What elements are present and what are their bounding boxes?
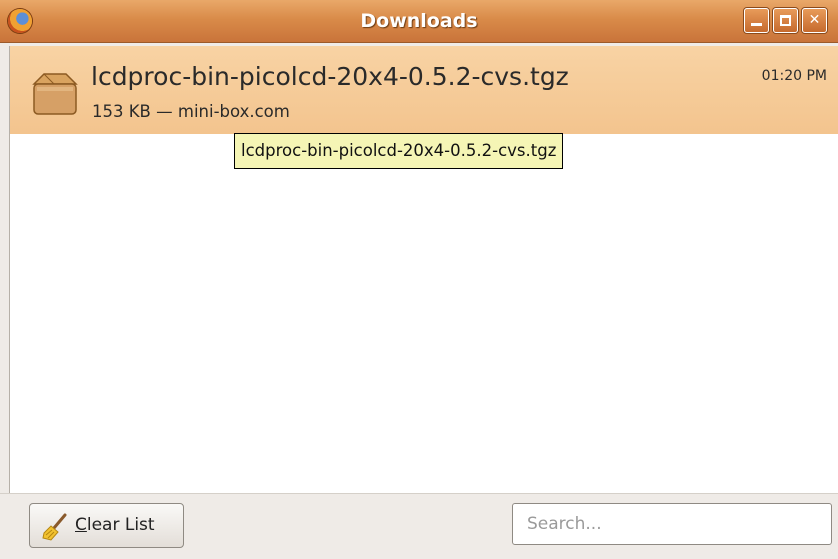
download-meta: 153 KB — mini-box.com xyxy=(92,102,290,121)
clear-list-button[interactable]: Clear List xyxy=(29,503,184,548)
bottom-toolbar: Clear List xyxy=(0,493,838,559)
clear-list-label: Clear List xyxy=(75,504,155,547)
clear-list-label-rest: lear List xyxy=(86,515,155,535)
maximize-button[interactable] xyxy=(773,8,798,33)
download-time: 01:20 PM xyxy=(761,68,827,84)
clear-list-accelerator: C xyxy=(75,515,87,535)
window-title: Downloads xyxy=(360,10,478,32)
close-button[interactable]: ✕ xyxy=(802,8,827,33)
package-icon xyxy=(32,73,78,115)
download-filename: lcdproc-bin-picolcd-20x4-0.5.2-cvs.tgz xyxy=(91,62,569,91)
title-bar[interactable]: Downloads ✕ xyxy=(0,0,838,43)
download-item[interactable]: lcdproc-bin-picolcd-20x4-0.5.2-cvs.tgz 1… xyxy=(10,46,838,134)
maximize-icon xyxy=(780,15,791,26)
minimize-button[interactable] xyxy=(744,8,769,33)
search-input[interactable] xyxy=(512,503,832,545)
broom-icon xyxy=(42,513,67,541)
filename-tooltip: lcdproc-bin-picolcd-20x4-0.5.2-cvs.tgz xyxy=(234,133,564,169)
close-icon: ✕ xyxy=(808,12,821,28)
minimize-icon xyxy=(751,23,762,26)
downloads-list[interactable]: lcdproc-bin-picolcd-20x4-0.5.2-cvs.tgz 1… xyxy=(9,46,838,493)
